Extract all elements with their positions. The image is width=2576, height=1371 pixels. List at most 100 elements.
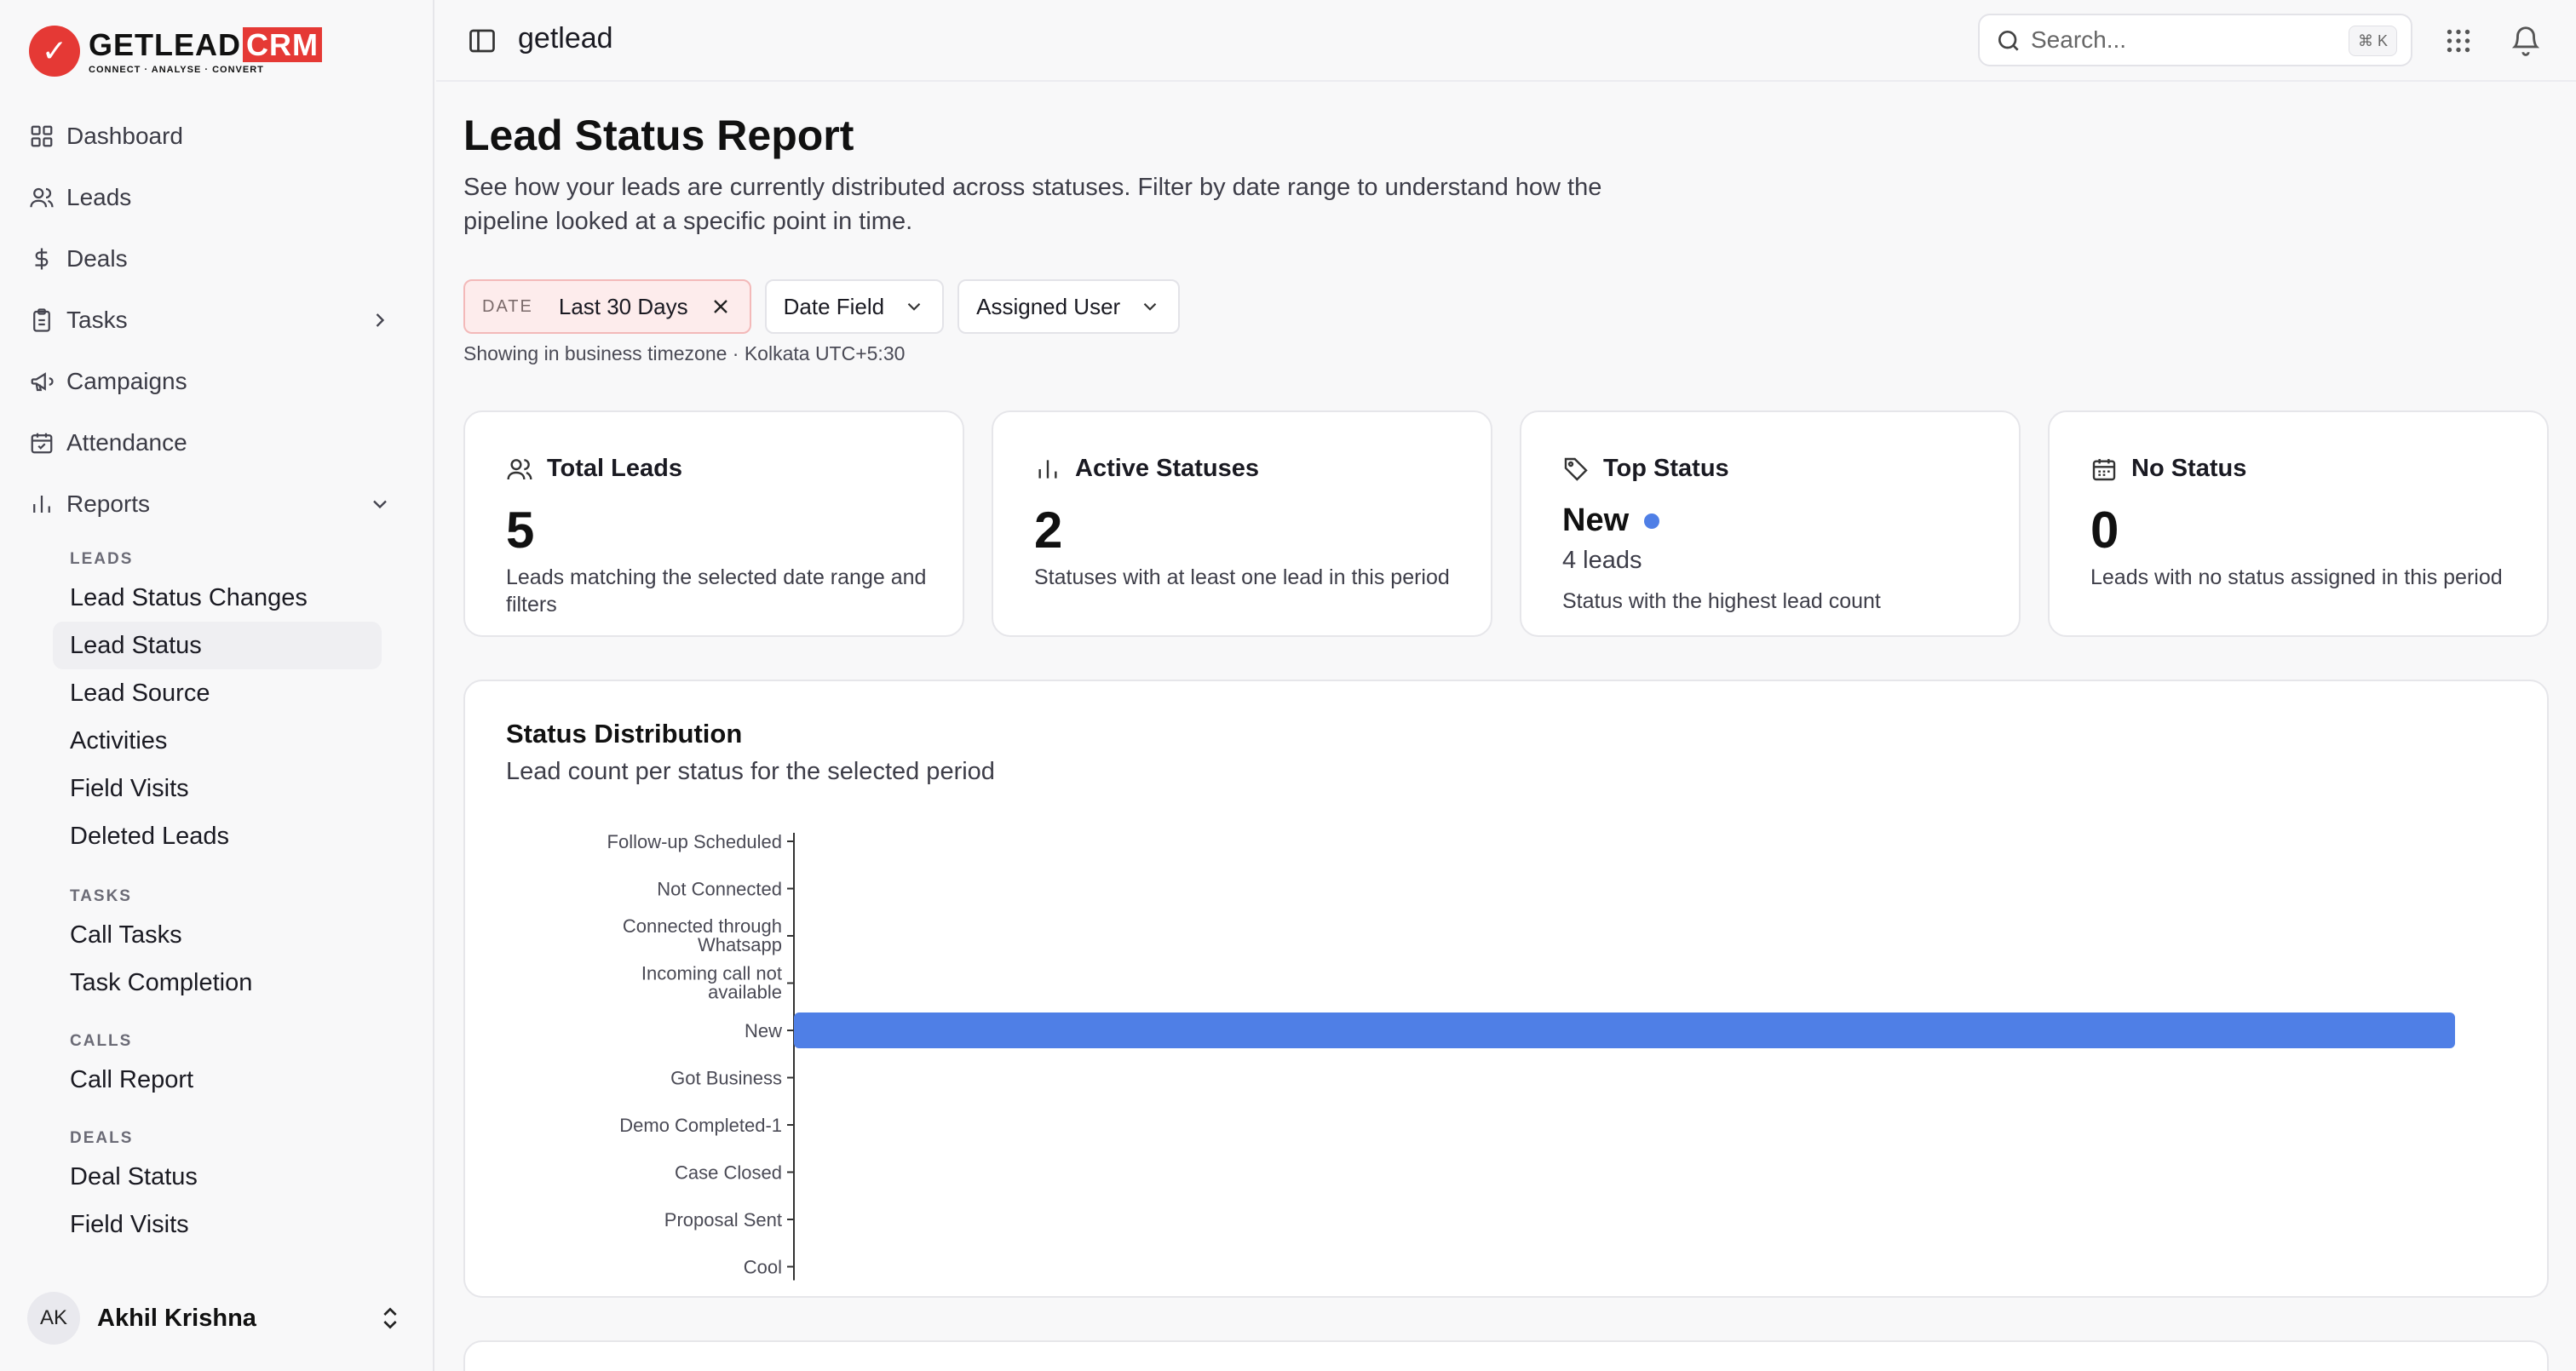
workspace-name: getlead: [518, 22, 613, 54]
search-input[interactable]: Search... ⌘ K: [1978, 14, 2412, 66]
users-icon: [507, 458, 532, 479]
user-menu[interactable]: AK Akhil Krishna: [27, 1291, 411, 1345]
nav-label: Reports: [66, 490, 151, 517]
nav-item-reports[interactable]: Reports: [17, 473, 417, 535]
top-status-name: New: [1562, 502, 1630, 538]
card-description: Status with the highest lead count: [1562, 589, 1881, 613]
subnav-heading: DEALS: [70, 1129, 134, 1147]
sidebar: ✓ GETLEAD CRM CONNECT · ANALYSE · CONVERT…: [0, 0, 434, 1371]
status-color-dot: [1644, 513, 1660, 529]
chevron-down-icon[interactable]: [368, 492, 392, 516]
nav-item-deals[interactable]: Deals: [17, 228, 417, 290]
calendar-check-icon: [27, 428, 56, 457]
subnav-item-lead-status-changes[interactable]: Lead Status Changes: [53, 574, 382, 622]
card-active-statuses: Active Statuses 2 Statuses with at least…: [992, 410, 1492, 637]
filter-bar: DATE Last 30 Days Date Field Assigned Us…: [463, 279, 1193, 334]
subnav-item-call-report[interactable]: Call Report: [53, 1056, 382, 1104]
brand-logo[interactable]: ✓ GETLEAD CRM CONNECT · ANALYSE · CONVERT: [29, 26, 322, 77]
subnav-item-deleted-leads[interactable]: Deleted Leads: [53, 812, 382, 860]
dashboard-icon: [27, 122, 56, 151]
nav-label: Campaigns: [66, 368, 187, 394]
y-tick-label: Incoming call not available: [641, 963, 782, 1003]
subnav-heading: TASKS: [70, 887, 132, 905]
bar-chart-icon: [27, 490, 56, 519]
apps-grid-icon[interactable]: [2443, 26, 2474, 56]
nav-item-campaigns[interactable]: Campaigns: [17, 351, 417, 412]
reports-subnav-calls: CALLS Call Report: [53, 1027, 394, 1104]
subnav-item-call-tasks[interactable]: Call Tasks: [53, 911, 382, 959]
y-tick-label: Got Business: [670, 1068, 782, 1089]
subnav-item-activities[interactable]: Activities: [53, 717, 382, 765]
nav-label: Leads: [66, 184, 132, 210]
calendar-icon: [2092, 458, 2116, 480]
date-filter-value: Last 30 Days: [558, 293, 688, 319]
subnav-item-task-completion[interactable]: Task Completion: [53, 959, 382, 1007]
users-icon: [27, 183, 56, 212]
dollar-icon: [27, 244, 56, 273]
avatar: AK: [27, 1292, 80, 1345]
chevrons-up-down-icon[interactable]: [377, 1305, 404, 1332]
card-value: 0: [2090, 502, 2119, 559]
clipboard-icon: [27, 306, 56, 335]
subnav-item-field-visits[interactable]: Field Visits: [53, 765, 382, 812]
user-name: Akhil Krishna: [97, 1304, 256, 1332]
nav-label: Tasks: [66, 307, 128, 333]
subnav-item-lead-source[interactable]: Lead Source: [53, 669, 382, 717]
card-total-leads: Total Leads 5 Leads matching the selecte…: [463, 410, 964, 637]
y-tick-label: Not Connected: [657, 879, 782, 900]
card-no-status: No Status 0 Leads with no status assigne…: [2048, 410, 2549, 637]
subnav-item-lead-status[interactable]: Lead Status: [53, 622, 382, 669]
nav-label: Deals: [66, 245, 128, 272]
subnav-item-field-visits-deals[interactable]: Field Visits: [53, 1201, 382, 1248]
card-title: No Status: [2131, 455, 2247, 482]
nav-item-leads[interactable]: Leads: [17, 167, 417, 228]
nav-item-tasks[interactable]: Tasks: [17, 290, 417, 351]
nav-item-attendance[interactable]: Attendance: [17, 412, 417, 473]
next-section-card: [463, 1340, 2549, 1371]
top-status-value: New: [1562, 502, 1660, 539]
card-description: Leads with no status assigned in this pe…: [2090, 565, 2503, 589]
date-field-label: Date Field: [783, 293, 885, 319]
card-title: Active Statuses: [1075, 455, 1259, 482]
y-tick-label: Case Closed: [675, 1162, 782, 1184]
date-field-dropdown[interactable]: Date Field: [764, 279, 945, 334]
assigned-user-label: Assigned User: [976, 293, 1121, 319]
date-filter-chip[interactable]: DATE Last 30 Days: [463, 279, 751, 334]
search-placeholder: Search...: [2031, 26, 2127, 53]
brand-tagline: CONNECT · ANALYSE · CONVERT: [89, 65, 264, 75]
page-description: See how your leads are currently distrib…: [463, 174, 1602, 235]
reports-subnav-tasks: TASKS Call Tasks Task Completion: [53, 882, 394, 1007]
brand-name: GETLEAD CRM: [89, 27, 322, 62]
y-tick-label: New: [745, 1020, 782, 1041]
chart-subtitle: Lead count per status for the selected p…: [506, 758, 995, 785]
close-icon[interactable]: [709, 295, 733, 318]
chevron-right-icon[interactable]: [368, 308, 392, 332]
main-nav: Dashboard Leads Deals Tasks Campaigns At…: [17, 106, 417, 535]
brand-suffix: CRM: [243, 27, 322, 62]
card-title: Total Leads: [547, 455, 682, 482]
reports-subnav-deals: DEALS Deal Status Field Visits: [53, 1124, 394, 1248]
chart-title: Status Distribution: [506, 719, 743, 749]
y-tick-label: Demo Completed-1: [619, 1115, 782, 1136]
sidebar-toggle-icon[interactable]: [467, 26, 497, 56]
search-icon: [1998, 31, 2019, 51]
check-logo-icon: ✓: [29, 26, 80, 77]
megaphone-icon: [27, 367, 56, 396]
y-tick-label: Proposal Sent: [664, 1209, 782, 1230]
bar-new[interactable]: [794, 1012, 2455, 1048]
chevron-down-icon: [1143, 302, 1157, 311]
bell-icon[interactable]: [2510, 24, 2542, 56]
chevron-down-icon: [907, 302, 921, 311]
card-description: Statuses with at least one lead in this …: [1034, 565, 1450, 589]
y-tick-label: Connected through Whatsapp: [623, 915, 782, 955]
subnav-heading: LEADS: [70, 550, 134, 568]
top-status-count: 4 leads: [1562, 547, 1642, 574]
brand-name-text: GETLEAD: [89, 27, 242, 62]
card-description: Leads matching the selected date range a…: [506, 565, 927, 617]
card-title: Top Status: [1603, 455, 1729, 482]
card-top-status: Top Status New 4 leads Status with the h…: [1520, 410, 2021, 637]
date-filter-label: DATE: [482, 296, 533, 316]
nav-item-dashboard[interactable]: Dashboard: [17, 106, 417, 167]
subnav-item-deal-status[interactable]: Deal Status: [53, 1153, 382, 1201]
assigned-user-dropdown[interactable]: Assigned User: [957, 279, 1181, 334]
